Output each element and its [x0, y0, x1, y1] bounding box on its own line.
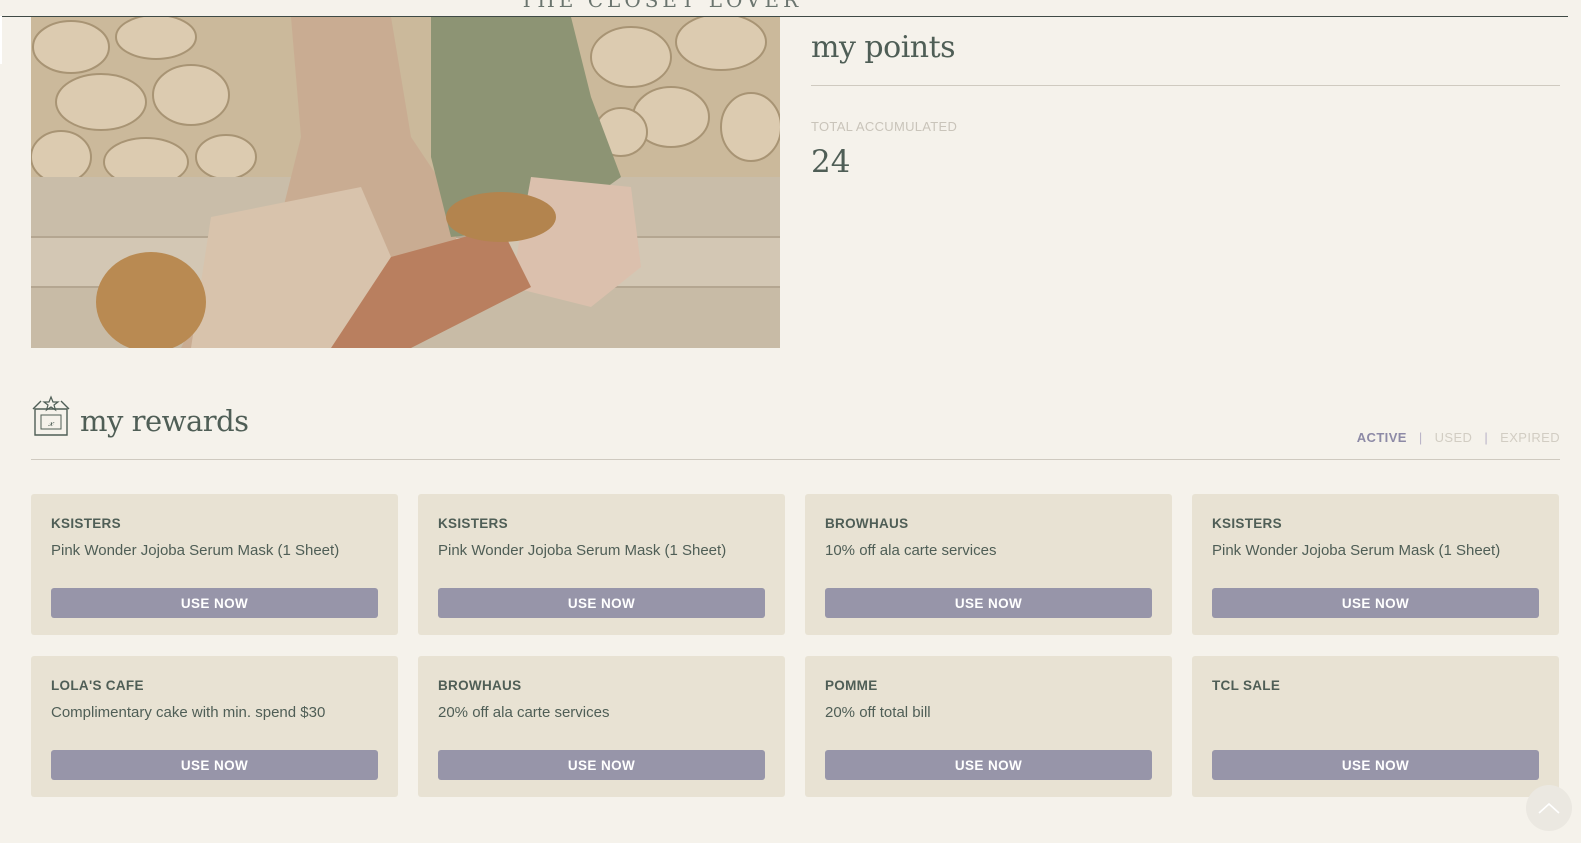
gift-box-icon: 𝓍	[32, 395, 70, 436]
reward-brand: BROWHAUS	[438, 678, 522, 693]
reward-brand: LOLA'S CAFE	[51, 678, 144, 693]
hero-image	[31, 17, 780, 348]
reward-brand: KSISTERS	[1212, 516, 1282, 531]
reward-description: 20% off total bill	[825, 704, 931, 721]
rewards-divider	[31, 459, 1560, 460]
chevron-up-icon	[1538, 802, 1560, 814]
reward-card: KSISTERS Pink Wonder Jojoba Serum Mask (…	[1192, 494, 1559, 635]
filter-separator: |	[1418, 430, 1423, 445]
filter-separator: |	[1484, 430, 1489, 445]
reward-card: BROWHAUS 20% off ala carte services USE …	[418, 656, 785, 797]
reward-card: BROWHAUS 10% off ala carte services USE …	[805, 494, 1172, 635]
reward-description: 10% off ala carte services	[825, 542, 997, 559]
use-now-button[interactable]: USE NOW	[1212, 588, 1539, 618]
left-edge-marker	[0, 16, 2, 64]
filter-active[interactable]: ACTIVE	[1357, 430, 1407, 445]
use-now-button[interactable]: USE NOW	[51, 588, 378, 618]
reward-description: Complimentary cake with min. spend $30	[51, 704, 326, 721]
reward-card: LOLA'S CAFE Complimentary cake with min.…	[31, 656, 398, 797]
reward-brand: TCL SALE	[1212, 678, 1281, 693]
reward-card: KSISTERS Pink Wonder Jojoba Serum Mask (…	[418, 494, 785, 635]
use-now-button[interactable]: USE NOW	[438, 750, 765, 780]
brand-logo[interactable]: THE CLOSET LOVER	[520, 0, 802, 12]
use-now-button[interactable]: USE NOW	[438, 588, 765, 618]
reward-card: POMME 20% off total bill USE NOW	[805, 656, 1172, 797]
reward-description: 20% off ala carte services	[438, 704, 610, 721]
use-now-button[interactable]: USE NOW	[825, 750, 1152, 780]
rewards-title: my rewards	[80, 404, 249, 438]
filter-used[interactable]: USED	[1435, 430, 1473, 445]
reward-filter-tabs: ACTIVE | USED | EXPIRED	[1357, 430, 1560, 445]
filter-expired[interactable]: EXPIRED	[1500, 430, 1560, 445]
reward-description	[1212, 704, 1539, 724]
reward-description: Pink Wonder Jojoba Serum Mask (1 Sheet)	[1212, 542, 1501, 559]
use-now-button[interactable]: USE NOW	[825, 588, 1152, 618]
points-title: my points	[811, 30, 956, 65]
header-bar: THE CLOSET LOVER	[0, 0, 1568, 17]
reward-description: Pink Wonder Jojoba Serum Mask (1 Sheet)	[51, 542, 340, 559]
rewards-grid: KSISTERS Pink Wonder Jojoba Serum Mask (…	[31, 494, 1560, 797]
reward-card: TCL SALE USE NOW	[1192, 656, 1559, 797]
svg-text:𝓍: 𝓍	[47, 416, 54, 429]
use-now-button[interactable]: USE NOW	[1212, 750, 1539, 780]
reward-brand: BROWHAUS	[825, 516, 909, 531]
reward-card: KSISTERS Pink Wonder Jojoba Serum Mask (…	[31, 494, 398, 635]
total-points-value: 24	[811, 144, 851, 180]
scroll-to-top-button[interactable]	[1526, 785, 1572, 831]
reward-brand: KSISTERS	[438, 516, 508, 531]
total-accumulated-label: TOTAL ACCUMULATED	[811, 119, 958, 134]
reward-brand: POMME	[825, 678, 878, 693]
reward-description: Pink Wonder Jojoba Serum Mask (1 Sheet)	[438, 542, 727, 559]
points-divider	[811, 85, 1560, 86]
use-now-button[interactable]: USE NOW	[51, 750, 378, 780]
reward-brand: KSISTERS	[51, 516, 121, 531]
hero-photo-illustration	[31, 17, 780, 348]
